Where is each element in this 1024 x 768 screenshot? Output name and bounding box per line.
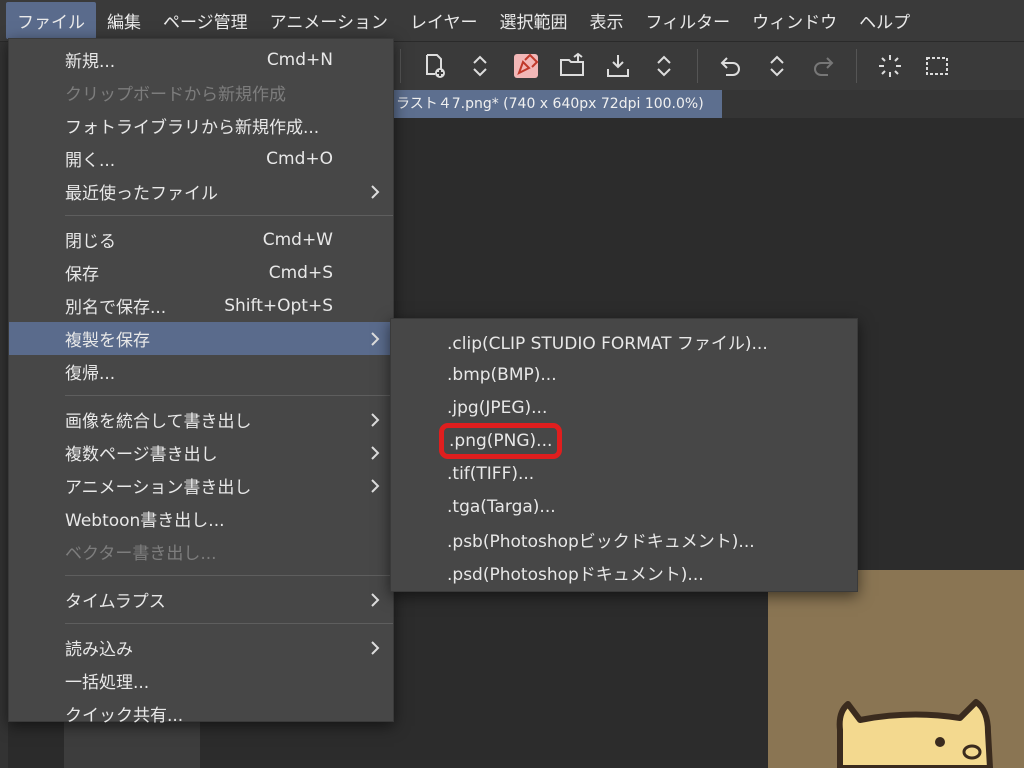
document-tab[interactable]: ラスト４7.png* (740 x 640px 72dpi 100.0%) bbox=[390, 90, 722, 118]
menu-layer[interactable]: レイヤー bbox=[399, 2, 489, 39]
cat-illustration bbox=[836, 699, 993, 768]
menu-item-save-as[interactable]: 別名で保存... Shift+Opt+S bbox=[9, 289, 393, 322]
menu-item-export-multiple-pages[interactable]: 複数ページ書き出し bbox=[9, 436, 393, 469]
menu-page-management[interactable]: ページ管理 bbox=[152, 2, 259, 39]
shortcut-label: Cmd+W bbox=[262, 229, 333, 250]
menu-bar: ファイル 編集 ページ管理 アニメーション レイヤー 選択範囲 表示 フィルター… bbox=[0, 0, 1024, 42]
menu-separator bbox=[65, 215, 393, 216]
left-tool-strip bbox=[0, 42, 8, 768]
toolbar-separator bbox=[856, 49, 857, 83]
menu-item-export-single[interactable]: 画像を統合して書き出し bbox=[9, 403, 393, 436]
shortcut-label: Cmd+N bbox=[266, 49, 333, 70]
chevron-updown-icon[interactable] bbox=[457, 43, 503, 89]
menu-item-export-animation[interactable]: アニメーション書き出し bbox=[9, 469, 393, 502]
menu-item-save-copy[interactable]: 複製を保存 bbox=[9, 322, 393, 355]
menu-item-quick-share[interactable]: クイック共有... bbox=[9, 697, 393, 730]
menu-view[interactable]: 表示 bbox=[579, 2, 635, 39]
loading-spinner-icon[interactable] bbox=[867, 43, 913, 89]
tab-bar-empty bbox=[722, 90, 1024, 118]
save-download-icon[interactable] bbox=[595, 43, 641, 89]
vector-pen-icon[interactable] bbox=[503, 43, 549, 89]
menu-item-revert[interactable]: 復帰... bbox=[9, 355, 393, 388]
menu-item-close[interactable]: 閉じる Cmd+W bbox=[9, 223, 393, 256]
submenu-item-psd[interactable]: .psd(Photoshopドキュメント)... bbox=[391, 556, 857, 589]
undo-icon[interactable] bbox=[708, 43, 754, 89]
submenu-item-tif[interactable]: .tif(TIFF)... bbox=[391, 457, 857, 490]
chevron-updown-icon[interactable] bbox=[641, 43, 687, 89]
open-folder-icon[interactable] bbox=[549, 43, 595, 89]
shortcut-label: Cmd+O bbox=[266, 148, 333, 169]
menu-item-new[interactable]: 新規... Cmd+N bbox=[9, 43, 393, 76]
toolbar-separator bbox=[697, 49, 698, 83]
command-bar bbox=[390, 42, 1024, 90]
toolbar-separator bbox=[400, 49, 401, 83]
chevron-updown-icon[interactable] bbox=[754, 43, 800, 89]
chevron-right-icon bbox=[369, 469, 381, 502]
menu-item-recent-files[interactable]: 最近使ったファイル bbox=[9, 175, 393, 208]
menu-animation[interactable]: アニメーション bbox=[259, 2, 399, 39]
menu-help[interactable]: ヘルプ bbox=[848, 2, 921, 39]
menu-window[interactable]: ウィンドウ bbox=[741, 2, 848, 39]
menu-item-export-vector: ベクター書き出し... bbox=[65, 544, 217, 564]
menu-item-batch-process[interactable]: 一括処理... bbox=[9, 664, 393, 697]
menu-filter[interactable]: フィルター bbox=[635, 2, 742, 39]
save-copy-submenu: .clip(CLIP STUDIO FORMAT ファイル)... .bmp(B… bbox=[390, 318, 858, 592]
chevron-right-icon bbox=[369, 322, 381, 355]
menu-item-new-from-photo-library[interactable]: フォトライブラリから新規作成... bbox=[9, 109, 393, 142]
submenu-item-jpg[interactable]: .jpg(JPEG)... bbox=[391, 391, 857, 424]
menu-item-timelapse[interactable]: タイムラプス bbox=[9, 583, 393, 616]
chevron-right-icon bbox=[369, 583, 381, 616]
selection-rect-icon[interactable] bbox=[913, 43, 959, 89]
chevron-right-icon bbox=[369, 175, 381, 208]
menu-separator bbox=[65, 575, 393, 576]
menu-item-save[interactable]: 保存 Cmd+S bbox=[9, 256, 393, 289]
menu-selection[interactable]: 選択範囲 bbox=[489, 2, 579, 39]
menu-item-export-webtoon[interactable]: Webtoon書き出し... bbox=[9, 502, 393, 535]
submenu-item-bmp[interactable]: .bmp(BMP)... bbox=[391, 358, 857, 391]
submenu-item-psb[interactable]: .psb(Photoshopビックドキュメント)... bbox=[391, 523, 857, 556]
shortcut-label: Cmd+S bbox=[268, 262, 333, 283]
menu-file[interactable]: ファイル bbox=[6, 2, 96, 39]
shortcut-label: Shift+Opt+S bbox=[224, 295, 333, 316]
menu-separator bbox=[65, 395, 393, 396]
chevron-right-icon bbox=[369, 403, 381, 436]
chevron-right-icon bbox=[369, 631, 381, 664]
submenu-item-png[interactable]: .png(PNG)... bbox=[391, 422, 857, 459]
submenu-item-clip[interactable]: .clip(CLIP STUDIO FORMAT ファイル)... bbox=[391, 325, 857, 358]
menu-edit[interactable]: 編集 bbox=[96, 2, 152, 39]
redo-icon[interactable] bbox=[800, 43, 846, 89]
menu-item-open[interactable]: 開く... Cmd+O bbox=[9, 142, 393, 175]
submenu-item-tga[interactable]: .tga(Targa)... bbox=[391, 490, 857, 523]
menu-item-import[interactable]: 読み込み bbox=[9, 631, 393, 664]
menu-item-new-from-clipboard: クリップボードから新規作成 bbox=[65, 85, 286, 105]
file-menu-dropdown: 新規... Cmd+N クリップボードから新規作成 フォトライブラリから新規作成… bbox=[8, 38, 394, 726]
chevron-right-icon bbox=[369, 436, 381, 469]
new-file-icon[interactable] bbox=[411, 43, 457, 89]
menu-separator bbox=[65, 623, 393, 624]
